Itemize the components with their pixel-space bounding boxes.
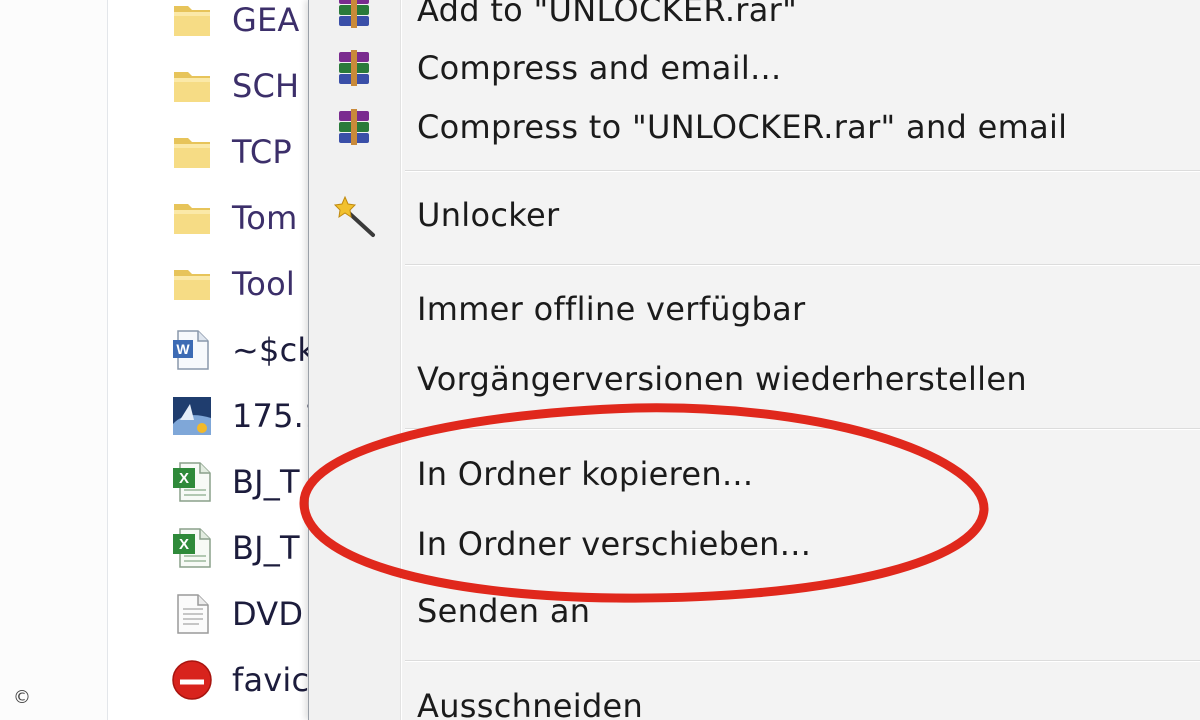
menu-item-unlocker[interactable]: Unlocker bbox=[309, 185, 1200, 247]
text-file-icon bbox=[177, 594, 209, 634]
menu-separator bbox=[405, 660, 1200, 662]
menu-item-label: In Ordner verschieben... bbox=[417, 525, 812, 564]
file-row[interactable]: Tom bbox=[108, 185, 310, 251]
menu-separator bbox=[405, 428, 1200, 430]
menu-item-label: Senden an bbox=[417, 592, 591, 631]
desktop-background: © bbox=[0, 0, 108, 720]
svg-text:W: W bbox=[176, 341, 190, 357]
file-row[interactable]: X BJ_T bbox=[108, 449, 310, 515]
menu-item-compress-and-email[interactable]: Compress and email... bbox=[309, 38, 1200, 100]
copyright-mark: © bbox=[13, 687, 31, 708]
file-name: 175.1 bbox=[232, 397, 310, 435]
winrar-icon bbox=[339, 50, 369, 86]
file-row[interactable]: SCH bbox=[108, 53, 310, 119]
folder-icon bbox=[174, 72, 210, 102]
menu-item-compress-to-archive-and-email[interactable]: Compress to "UNLOCKER.rar" and email bbox=[309, 97, 1200, 159]
file-row[interactable]: TCP bbox=[108, 119, 310, 185]
file-row[interactable]: 175.1 bbox=[108, 383, 310, 449]
file-row[interactable]: X BJ_T bbox=[108, 515, 310, 581]
file-name: TCP bbox=[232, 133, 292, 171]
menu-item-always-available-offline[interactable]: Immer offline verfügbar bbox=[309, 279, 1200, 341]
menu-item-add-to-archive[interactable]: Add to "UNLOCKER.rar" bbox=[309, 0, 1200, 42]
winrar-icon bbox=[339, 109, 369, 145]
image-file-icon bbox=[173, 397, 211, 435]
svg-text:X: X bbox=[179, 470, 189, 487]
folder-icon bbox=[174, 6, 210, 36]
folder-icon bbox=[174, 270, 210, 300]
menu-item-move-to-folder[interactable]: In Ordner verschieben... bbox=[309, 514, 1200, 576]
svg-text:X: X bbox=[179, 536, 189, 553]
file-name: BJ_T bbox=[232, 529, 300, 567]
menu-item-label: Unlocker bbox=[417, 196, 560, 235]
file-row[interactable]: GEA bbox=[108, 0, 310, 53]
menu-item-label: Compress to "UNLOCKER.rar" and email bbox=[417, 108, 1068, 147]
excel-file-icon: X bbox=[173, 462, 211, 502]
context-menu: Add to "UNLOCKER.rar" Compress and email… bbox=[308, 0, 1200, 720]
menu-item-cut[interactable]: Ausschneiden bbox=[309, 676, 1200, 720]
file-name: GEA bbox=[232, 1, 300, 39]
menu-item-label: Ausschneiden bbox=[417, 687, 644, 720]
file-row[interactable]: W ~$ck bbox=[108, 317, 310, 383]
file-name: Tom bbox=[232, 199, 298, 237]
word-document-icon: W bbox=[173, 330, 209, 370]
file-name: BJ_T bbox=[232, 463, 300, 501]
file-row[interactable]: Tool bbox=[108, 251, 310, 317]
menu-separator bbox=[405, 170, 1200, 172]
magic-wand-icon bbox=[333, 195, 375, 237]
menu-separator bbox=[405, 264, 1200, 266]
file-row[interactable]: DVD bbox=[108, 581, 310, 647]
menu-item-label: Vorgängerversionen wiederherstellen bbox=[417, 360, 1027, 399]
menu-item-label: Compress and email... bbox=[417, 49, 782, 88]
menu-item-label: Immer offline verfügbar bbox=[417, 290, 806, 329]
menu-item-label: Add to "UNLOCKER.rar" bbox=[417, 0, 798, 30]
menu-item-restore-previous-versions[interactable]: Vorgängerversionen wiederherstellen bbox=[309, 349, 1200, 411]
folder-icon bbox=[174, 138, 210, 168]
file-name: ~$ck bbox=[232, 331, 310, 369]
file-name: Tool bbox=[232, 265, 295, 303]
file-name: DVD bbox=[232, 595, 304, 633]
file-name: favic bbox=[232, 661, 310, 699]
favicon-file-icon bbox=[172, 660, 212, 700]
menu-item-send-to[interactable]: Senden an bbox=[309, 581, 1200, 643]
file-row[interactable]: favic bbox=[108, 647, 310, 713]
explorer-file-list: GEA SCH TCP Tom Tool W ~$ck 175. X BJ_T … bbox=[108, 0, 310, 720]
menu-item-label: In Ordner kopieren... bbox=[417, 455, 754, 494]
file-name: SCH bbox=[232, 67, 300, 105]
menu-item-copy-to-folder[interactable]: In Ordner kopieren... bbox=[309, 444, 1200, 506]
folder-icon bbox=[174, 204, 210, 234]
excel-file-icon: X bbox=[173, 528, 211, 568]
winrar-icon bbox=[339, 0, 369, 28]
